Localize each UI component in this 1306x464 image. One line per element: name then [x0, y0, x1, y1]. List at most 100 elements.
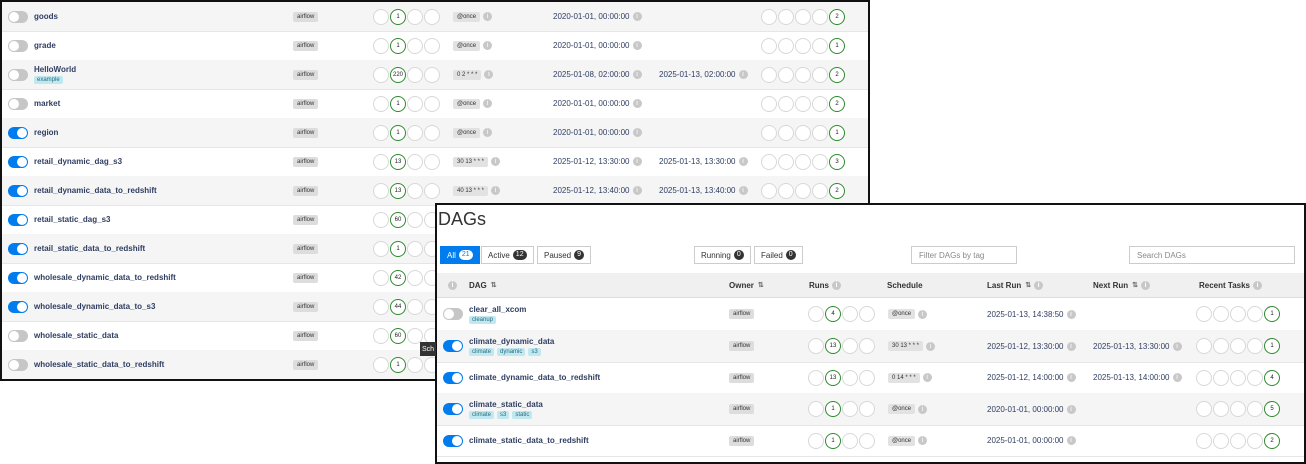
- task-status-circle-circle[interactable]: [1247, 306, 1263, 322]
- run-status-circle-circle[interactable]: [424, 37, 440, 54]
- schedule-badge[interactable]: @once: [888, 435, 916, 446]
- run-status-circle-circle[interactable]: 220: [390, 66, 406, 83]
- tag-badge[interactable]: s3: [497, 410, 510, 419]
- task-status-circle-circle[interactable]: [778, 95, 794, 112]
- run-status-circle-circle[interactable]: [407, 298, 423, 315]
- task-status-circle-circle[interactable]: 5: [1264, 401, 1280, 417]
- run-status-circle-circle[interactable]: 13: [825, 369, 841, 386]
- tag-badge[interactable]: cleanup: [469, 315, 497, 324]
- dag-pause-toggle[interactable]: [8, 68, 28, 81]
- dag-pause-toggle[interactable]: [443, 434, 463, 447]
- search-dags-input[interactable]: Search DAGs: [1129, 246, 1295, 264]
- task-status-circle-circle[interactable]: [1213, 401, 1229, 417]
- task-status-circle-circle[interactable]: [812, 182, 828, 199]
- schedule-badge[interactable]: @once: [453, 98, 481, 109]
- run-status-circle-circle[interactable]: 60: [390, 327, 406, 344]
- last-run-link[interactable]: 2025-01-12, 13:40:00: [553, 186, 630, 195]
- run-status-circle-circle[interactable]: 13: [825, 338, 841, 354]
- task-status-circle-circle[interactable]: [1230, 401, 1246, 417]
- schedule-badge[interactable]: @once: [453, 40, 481, 51]
- dag-pause-toggle[interactable]: [8, 213, 28, 226]
- dag-name-link[interactable]: climate_static_data_to_redshift: [469, 436, 589, 445]
- task-status-circle-circle[interactable]: [778, 66, 794, 83]
- last-run-link[interactable]: 2025-01-01, 00:00:00: [987, 436, 1064, 445]
- last-run-column-header[interactable]: Last Run ⇅ i: [987, 273, 1044, 297]
- task-status-circle-circle[interactable]: [1213, 369, 1229, 386]
- run-status-circle-circle[interactable]: 42: [390, 269, 406, 286]
- run-status-circle-circle[interactable]: [859, 369, 875, 386]
- run-status-circle-circle[interactable]: [808, 369, 824, 386]
- run-status-circle-circle[interactable]: [407, 153, 423, 170]
- task-status-circle-circle[interactable]: [1213, 306, 1229, 322]
- last-run-link[interactable]: 2020-01-01, 00:00:00: [553, 12, 630, 21]
- dag-name-link[interactable]: goods: [34, 12, 58, 21]
- run-status-circle-circle[interactable]: 13: [390, 182, 406, 199]
- run-status-circle-circle[interactable]: 44: [390, 298, 406, 315]
- task-status-circle-circle[interactable]: 1: [829, 37, 845, 54]
- task-status-circle-circle[interactable]: [795, 182, 811, 199]
- dag-pause-toggle[interactable]: [8, 10, 28, 23]
- dag-name-link[interactable]: climate_dynamic_data: [469, 337, 554, 346]
- task-status-circle-circle[interactable]: [795, 66, 811, 83]
- run-status-circle-circle[interactable]: [407, 240, 423, 257]
- dag-name-link[interactable]: wholesale_static_data_to_redshift: [34, 360, 164, 369]
- dag-name-link[interactable]: grade: [34, 41, 56, 50]
- task-status-circle-circle[interactable]: 1: [1264, 338, 1280, 354]
- dag-pause-toggle[interactable]: [443, 403, 463, 415]
- run-status-circle-circle[interactable]: [407, 269, 423, 286]
- task-status-circle-circle[interactable]: [1213, 432, 1229, 449]
- task-status-circle-circle[interactable]: [761, 8, 777, 25]
- dag-pause-toggle[interactable]: [8, 358, 28, 371]
- dag-name-link[interactable]: HelloWorld: [34, 65, 76, 74]
- task-status-circle-circle[interactable]: [761, 124, 777, 141]
- task-status-circle-circle[interactable]: [795, 124, 811, 141]
- owner-column-header[interactable]: Owner ⇅: [729, 273, 764, 297]
- task-status-circle-circle[interactable]: [1196, 306, 1212, 322]
- run-status-circle-circle[interactable]: [808, 401, 824, 417]
- run-status-circle-circle[interactable]: [373, 124, 389, 141]
- run-status-circle-circle[interactable]: [424, 95, 440, 112]
- dag-pause-toggle[interactable]: [8, 126, 28, 139]
- run-status-circle-circle[interactable]: 1: [390, 356, 406, 373]
- run-status-circle-circle[interactable]: [373, 66, 389, 83]
- task-status-circle-circle[interactable]: [1247, 401, 1263, 417]
- run-status-circle-circle[interactable]: [424, 66, 440, 83]
- run-status-circle-circle[interactable]: [373, 8, 389, 25]
- dag-name-link[interactable]: wholesale_dynamic_data_to_s3: [34, 302, 155, 311]
- tag-badge[interactable]: climate: [469, 410, 495, 419]
- task-status-circle-circle[interactable]: 2: [1264, 432, 1280, 449]
- run-status-circle-circle[interactable]: 1: [825, 401, 841, 417]
- dag-name-link[interactable]: market: [34, 99, 60, 108]
- task-status-circle-circle[interactable]: [795, 95, 811, 112]
- schedule-badge[interactable]: @once: [453, 11, 481, 22]
- dag-name-link[interactable]: wholesale_dynamic_data_to_redshift: [34, 273, 176, 282]
- run-status-circle-circle[interactable]: [808, 306, 824, 322]
- task-status-circle-circle[interactable]: 2: [829, 8, 845, 25]
- schedule-badge[interactable]: @once: [453, 127, 481, 138]
- run-status-circle-circle[interactable]: 1: [825, 432, 841, 449]
- run-status-circle-circle[interactable]: [424, 153, 440, 170]
- run-status-circle-circle[interactable]: [842, 338, 858, 354]
- last-run-link[interactable]: 2025-01-08, 02:00:00: [553, 70, 630, 79]
- task-status-circle-circle[interactable]: [795, 8, 811, 25]
- run-status-circle-circle[interactable]: [373, 37, 389, 54]
- last-run-link[interactable]: 2020-01-01, 00:00:00: [553, 41, 630, 50]
- run-status-circle-circle[interactable]: [373, 356, 389, 373]
- run-status-circle-circle[interactable]: [407, 66, 423, 83]
- tag-badge[interactable]: s3: [528, 347, 541, 356]
- run-status-circle-circle[interactable]: [373, 211, 389, 228]
- task-status-circle-circle[interactable]: [778, 124, 794, 141]
- run-status-circle-circle[interactable]: [424, 8, 440, 25]
- task-status-circle-circle[interactable]: [812, 124, 828, 141]
- dag-pause-toggle[interactable]: [8, 184, 28, 197]
- last-run-link[interactable]: 2020-01-01, 00:00:00: [987, 405, 1064, 414]
- run-status-circle-circle[interactable]: [373, 182, 389, 199]
- task-status-circle-circle[interactable]: 3: [829, 153, 845, 170]
- last-run-link[interactable]: 2020-01-01, 00:00:00: [553, 99, 630, 108]
- run-status-circle-circle[interactable]: [859, 306, 875, 322]
- dag-pause-toggle[interactable]: [8, 97, 28, 110]
- schedule-badge[interactable]: 30 13 * * *: [453, 156, 489, 167]
- dag-name-link[interactable]: region: [34, 128, 58, 137]
- dag-name-link[interactable]: retail_dynamic_data_to_redshift: [34, 186, 157, 195]
- filter-all-button[interactable]: All 21: [440, 246, 480, 264]
